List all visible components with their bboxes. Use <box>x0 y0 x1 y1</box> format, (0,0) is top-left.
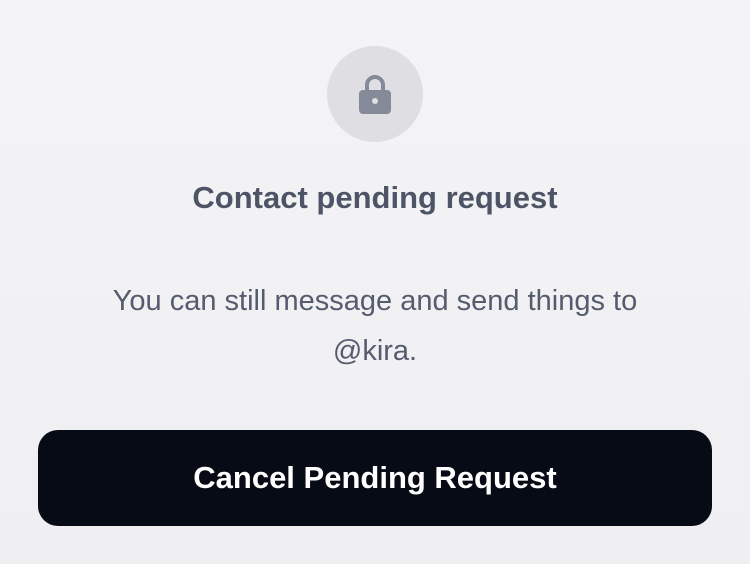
pending-request-screen: Contact pending request You can still me… <box>0 0 750 564</box>
lock-icon-badge <box>327 46 423 142</box>
pending-message: You can still message and send things to… <box>60 276 690 376</box>
cancel-pending-request-button[interactable]: Cancel Pending Request <box>38 430 712 526</box>
message-line: You can still message and send things to <box>112 285 638 317</box>
contact-handle: @kira. <box>332 335 418 367</box>
lock-icon <box>359 75 391 114</box>
page-title: Contact pending request <box>192 180 558 215</box>
